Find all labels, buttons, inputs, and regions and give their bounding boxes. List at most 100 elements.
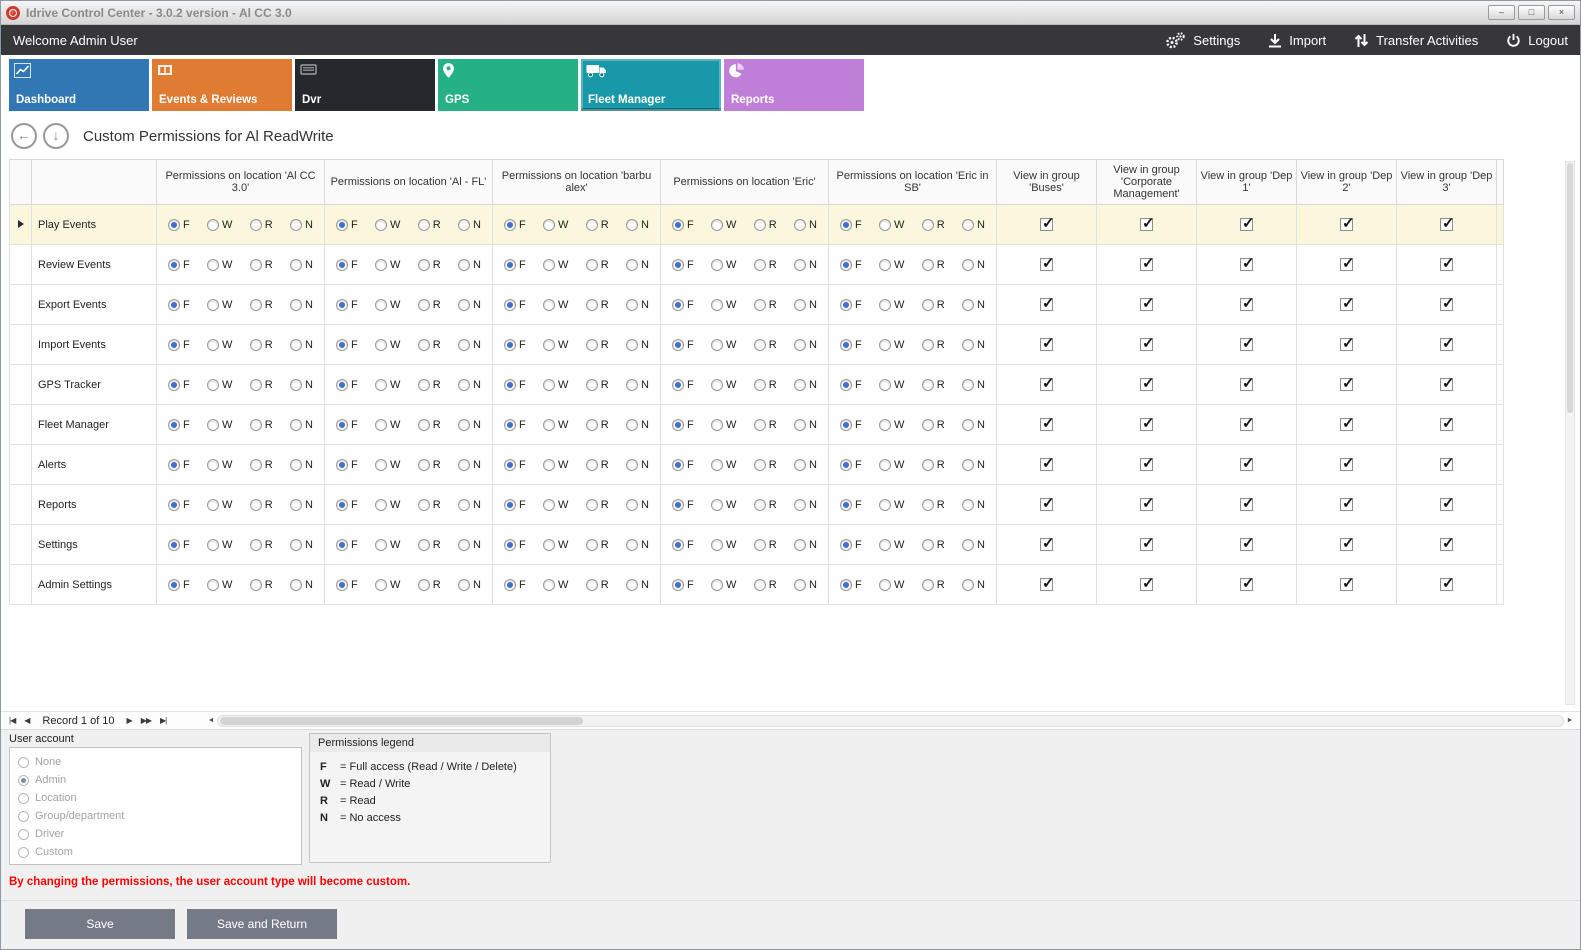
permission-radio-R[interactable]: R — [922, 539, 945, 551]
group-column-header[interactable]: View in group 'Dep 2' — [1297, 160, 1397, 205]
permission-radio-F[interactable]: F — [504, 219, 526, 231]
close-button[interactable]: × — [1548, 5, 1575, 20]
permission-radio-F[interactable]: F — [840, 339, 862, 351]
permission-radio-F[interactable]: F — [672, 299, 694, 311]
permission-radio-R[interactable]: R — [250, 459, 273, 471]
permission-radio-F[interactable]: F — [336, 299, 358, 311]
checkbox-checked[interactable]: ✓ — [1440, 338, 1453, 351]
permission-radio-R[interactable]: R — [418, 219, 441, 231]
permission-radio-N[interactable]: N — [962, 259, 985, 271]
grid-row[interactable]: Import EventsFWRNFWRNFWRNFWRNFWRN✓✓✓✓✓ — [10, 325, 1504, 365]
permission-radio-W[interactable]: W — [543, 499, 568, 511]
permission-radio-F[interactable]: F — [504, 579, 526, 591]
permission-radio-F[interactable]: F — [672, 219, 694, 231]
permission-radio-F[interactable]: F — [504, 459, 526, 471]
permission-radio-R[interactable]: R — [586, 299, 609, 311]
permission-radio-F[interactable]: F — [168, 259, 190, 271]
permission-radio-W[interactable]: W — [207, 339, 232, 351]
account-type-location[interactable]: Location — [18, 789, 293, 807]
save-and-return-button[interactable]: Save and Return — [187, 909, 337, 939]
permission-radio-R[interactable]: R — [922, 419, 945, 431]
permission-radio-R[interactable]: R — [754, 459, 777, 471]
group-column-header[interactable]: View in group 'Corporate Management' — [1097, 160, 1197, 205]
permission-radio-N[interactable]: N — [962, 459, 985, 471]
permission-radio-F[interactable]: F — [840, 259, 862, 271]
toolbar-import-button[interactable]: Import — [1268, 33, 1326, 48]
permission-radio-N[interactable]: N — [962, 539, 985, 551]
collapse-button[interactable]: ↓ — [43, 123, 69, 149]
grid-row[interactable]: Play EventsFWRNFWRNFWRNFWRNFWRN✓✓✓✓✓ — [10, 205, 1504, 245]
permission-radio-W[interactable]: W — [207, 259, 232, 271]
checkbox-checked[interactable]: ✓ — [1240, 378, 1253, 391]
permission-radio-R[interactable]: R — [586, 539, 609, 551]
permission-radio-N[interactable]: N — [626, 459, 649, 471]
checkbox-checked[interactable]: ✓ — [1440, 538, 1453, 551]
permission-radio-F[interactable]: F — [840, 219, 862, 231]
permission-radio-F[interactable]: F — [840, 579, 862, 591]
permission-radio-R[interactable]: R — [586, 219, 609, 231]
permission-radio-R[interactable]: R — [922, 579, 945, 591]
permission-radio-R[interactable]: R — [754, 219, 777, 231]
permission-radio-R[interactable]: R — [754, 499, 777, 511]
permission-radio-W[interactable]: W — [543, 299, 568, 311]
permission-radio-W[interactable]: W — [207, 579, 232, 591]
maximize-button[interactable]: □ — [1518, 5, 1545, 20]
permission-radio-R[interactable]: R — [418, 379, 441, 391]
permission-radio-W[interactable]: W — [375, 299, 400, 311]
permission-radio-N[interactable]: N — [794, 499, 817, 511]
horizontal-scrollbar-thumb[interactable] — [220, 717, 583, 725]
permission-radio-W[interactable]: W — [543, 219, 568, 231]
permission-radio-W[interactable]: W — [711, 499, 736, 511]
checkbox-checked[interactable]: ✓ — [1440, 498, 1453, 511]
permission-radio-N[interactable]: N — [626, 299, 649, 311]
permission-radio-F[interactable]: F — [840, 539, 862, 551]
permission-radio-N[interactable]: N — [794, 339, 817, 351]
grid-row[interactable]: ReportsFWRNFWRNFWRNFWRNFWRN✓✓✓✓✓ — [10, 485, 1504, 525]
permission-radio-W[interactable]: W — [543, 259, 568, 271]
permission-radio-W[interactable]: W — [375, 219, 400, 231]
permission-radio-F[interactable]: F — [504, 499, 526, 511]
permission-radio-W[interactable]: W — [711, 459, 736, 471]
permission-radio-W[interactable]: W — [711, 219, 736, 231]
account-type-admin[interactable]: Admin — [18, 771, 293, 789]
permission-radio-R[interactable]: R — [418, 259, 441, 271]
permission-radio-R[interactable]: R — [754, 419, 777, 431]
checkbox-checked[interactable]: ✓ — [1340, 458, 1353, 471]
grid-row[interactable]: Export EventsFWRNFWRNFWRNFWRNFWRN✓✓✓✓✓ — [10, 285, 1504, 325]
permission-radio-N[interactable]: N — [962, 419, 985, 431]
checkbox-checked[interactable]: ✓ — [1240, 258, 1253, 271]
checkbox-checked[interactable]: ✓ — [1040, 298, 1053, 311]
checkbox-checked[interactable]: ✓ — [1240, 538, 1253, 551]
permission-radio-W[interactable]: W — [711, 299, 736, 311]
permission-radio-W[interactable]: W — [879, 219, 904, 231]
permission-radio-N[interactable]: N — [458, 339, 481, 351]
toolbar-logout-button[interactable]: Logout — [1506, 33, 1568, 48]
permission-radio-R[interactable]: R — [418, 579, 441, 591]
permission-radio-W[interactable]: W — [711, 539, 736, 551]
permission-radio-W[interactable]: W — [879, 459, 904, 471]
checkbox-checked[interactable]: ✓ — [1040, 498, 1053, 511]
location-column-header[interactable]: Permissions on location 'Al - FL' — [325, 160, 493, 205]
permission-radio-W[interactable]: W — [543, 539, 568, 551]
checkbox-checked[interactable]: ✓ — [1240, 578, 1253, 591]
permission-radio-N[interactable]: N — [962, 379, 985, 391]
next-page-button[interactable]: ▶▶ — [141, 716, 151, 725]
permission-radio-F[interactable]: F — [840, 459, 862, 471]
checkbox-checked[interactable]: ✓ — [1140, 258, 1153, 271]
permission-radio-W[interactable]: W — [375, 259, 400, 271]
group-column-header[interactable]: View in group 'Dep 1' — [1197, 160, 1297, 205]
permission-radio-R[interactable]: R — [250, 419, 273, 431]
tab-events-reviews[interactable]: Events & Reviews — [152, 59, 292, 111]
group-column-header[interactable]: View in group 'Buses' — [997, 160, 1097, 205]
checkbox-checked[interactable]: ✓ — [1440, 378, 1453, 391]
permission-radio-N[interactable]: N — [626, 579, 649, 591]
permission-radio-N[interactable]: N — [458, 579, 481, 591]
permission-radio-R[interactable]: R — [754, 259, 777, 271]
permission-radio-F[interactable]: F — [168, 379, 190, 391]
checkbox-checked[interactable]: ✓ — [1140, 298, 1153, 311]
checkbox-checked[interactable]: ✓ — [1140, 538, 1153, 551]
permission-radio-R[interactable]: R — [418, 339, 441, 351]
permission-radio-N[interactable]: N — [290, 459, 313, 471]
permission-radio-W[interactable]: W — [879, 339, 904, 351]
checkbox-checked[interactable]: ✓ — [1140, 498, 1153, 511]
